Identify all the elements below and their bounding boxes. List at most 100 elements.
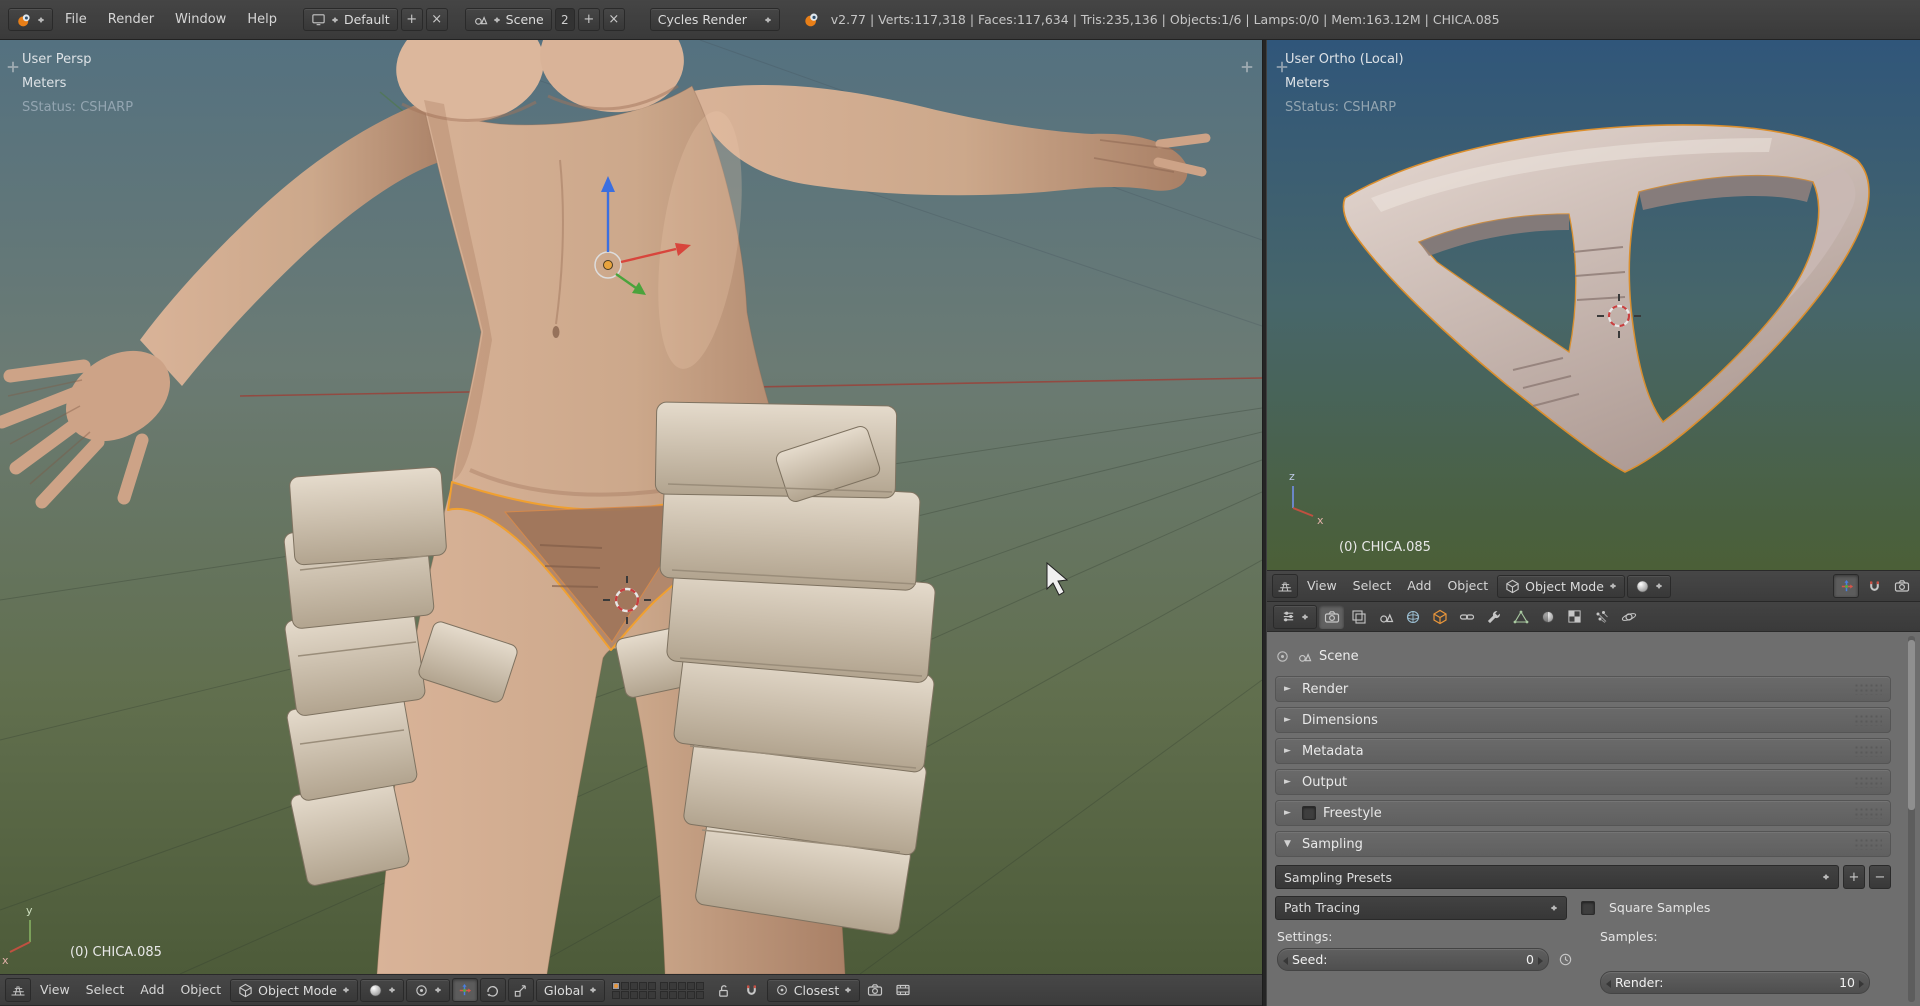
panel-drag-grip[interactable] (1854, 838, 1882, 850)
scene-selector[interactable]: Scene (465, 8, 552, 31)
panel-drag-grip[interactable] (1854, 714, 1882, 726)
app-menu-button[interactable] (8, 8, 53, 31)
snap-toggle[interactable] (1861, 574, 1887, 598)
menu-object[interactable]: Object (173, 975, 228, 1005)
region-expand-arrow[interactable] (1273, 58, 1291, 76)
region-expand-arrow[interactable] (4, 58, 22, 76)
region-expand-arrow[interactable] (1238, 58, 1256, 76)
panel-drag-grip[interactable] (1854, 807, 1882, 819)
object-mode-icon (238, 983, 253, 998)
pivot-point-selector[interactable] (406, 979, 450, 1002)
engine-value: Cycles Render (658, 12, 747, 27)
close-scene-button[interactable]: × (603, 8, 625, 31)
menu-select[interactable]: Select (1346, 571, 1399, 601)
square-samples-checkbox[interactable] (1581, 901, 1595, 915)
mode-value: Object Mode (258, 983, 337, 998)
menu-file[interactable]: File (56, 1, 96, 39)
chevron-updown-icon (1822, 871, 1830, 883)
panel-metadata[interactable]: ► Metadata (1275, 738, 1891, 764)
orientation-value: Global (544, 983, 584, 998)
tab-texture[interactable] (1562, 605, 1587, 629)
menu-object[interactable]: Object (1440, 571, 1495, 601)
render-still-button[interactable] (1889, 574, 1915, 598)
menu-add[interactable]: Add (133, 975, 171, 1005)
tab-render-layers[interactable] (1346, 605, 1371, 629)
scene-users-badge[interactable]: 2 (555, 8, 575, 31)
panel-output[interactable]: ► Output (1275, 769, 1891, 795)
mesh-data-icon (1513, 609, 1529, 625)
editor-type-button[interactable] (1272, 574, 1298, 598)
tab-world[interactable] (1400, 605, 1425, 629)
render-animation-button[interactable] (890, 978, 916, 1002)
scrollbar-thumb[interactable] (1908, 640, 1915, 810)
scene-icon (1378, 609, 1394, 625)
panel-drag-grip[interactable] (1854, 745, 1882, 757)
mode-selector[interactable]: Object Mode (230, 979, 358, 1002)
render-engine-selector[interactable]: Cycles Render (650, 8, 780, 31)
manipulator-translate-toggle[interactable] (452, 978, 478, 1002)
tab-particles[interactable] (1589, 605, 1614, 629)
editor-type-button[interactable] (1273, 605, 1317, 629)
menu-view[interactable]: View (33, 975, 77, 1005)
menu-help[interactable]: Help (238, 1, 286, 39)
svg-text:y: y (26, 904, 33, 917)
viewport-3d-secondary[interactable]: z x User Ortho (Local) Meters SStatus: C… (1267, 40, 1920, 570)
viewport-3d-main[interactable]: y x User Persp Meters SStatus: CSHARP (0… (0, 40, 1262, 974)
scene-icon (473, 12, 488, 27)
viewport-shading-selector[interactable] (360, 979, 404, 1002)
menu-add[interactable]: Add (1400, 571, 1438, 601)
render-samples-field[interactable]: Render: 10 (1600, 971, 1870, 994)
snap-element-selector[interactable]: Closest (767, 979, 860, 1002)
manipulator-translate-toggle[interactable] (1833, 574, 1859, 598)
panel-render[interactable]: ► Render (1275, 676, 1891, 702)
panel-drag-grip[interactable] (1854, 683, 1882, 695)
tab-object[interactable] (1427, 605, 1452, 629)
pin-icon[interactable] (1275, 649, 1290, 664)
mode-value: Object Mode (1525, 579, 1604, 594)
particles-icon (1594, 609, 1610, 625)
collapse-arrow-icon: ► (1284, 715, 1295, 725)
screenlayout-selector[interactable]: Default (303, 8, 398, 31)
tab-scene[interactable] (1373, 605, 1398, 629)
tab-modifiers[interactable] (1481, 605, 1506, 629)
panel-sampling[interactable]: ▼ Sampling (1275, 831, 1891, 857)
panel-freestyle[interactable]: ► Freestyle (1275, 800, 1891, 826)
sampling-presets-selector[interactable]: Sampling Presets (1275, 865, 1839, 889)
add-screenlayout-button[interactable]: + (401, 8, 423, 31)
menu-render[interactable]: Render (99, 1, 163, 39)
layers-widget[interactable] (612, 982, 704, 999)
lock-to-scene-toggle[interactable] (711, 978, 737, 1002)
tab-material[interactable] (1535, 605, 1560, 629)
add-preset-button[interactable]: + (1843, 865, 1865, 889)
scene-value: Scene (506, 12, 544, 27)
menu-select[interactable]: Select (79, 975, 132, 1005)
render-still-button[interactable] (862, 978, 888, 1002)
animated-seed-button[interactable] (1553, 948, 1577, 971)
screenlayout-value: Default (344, 12, 390, 27)
tab-constraints[interactable] (1454, 605, 1479, 629)
sampling-presets-row: Sampling Presets + − (1275, 865, 1891, 890)
snap-toggle[interactable] (739, 978, 765, 1002)
tab-render[interactable] (1319, 605, 1344, 629)
panel-drag-grip[interactable] (1854, 776, 1882, 788)
manipulator-rotate-toggle[interactable] (480, 978, 506, 1002)
menu-window[interactable]: Window (166, 1, 235, 39)
freestyle-checkbox[interactable] (1302, 806, 1316, 820)
close-screenlayout-button[interactable]: × (426, 8, 448, 31)
transform-orientation-selector[interactable]: Global (536, 979, 605, 1002)
seed-value: 0 (1526, 952, 1534, 967)
mode-selector[interactable]: Object Mode (1497, 575, 1625, 598)
integrator-selector[interactable]: Path Tracing (1275, 896, 1567, 920)
panel-label: Sampling (1302, 837, 1363, 852)
seed-field[interactable]: Seed: 0 (1277, 948, 1549, 971)
menu-view[interactable]: View (1300, 571, 1344, 601)
editor-type-button[interactable] (5, 978, 31, 1002)
panel-dimensions[interactable]: ► Dimensions (1275, 707, 1891, 733)
add-scene-button[interactable]: + (578, 8, 600, 31)
tab-object-data[interactable] (1508, 605, 1533, 629)
manipulator-scale-toggle[interactable] (508, 978, 534, 1002)
remove-preset-button[interactable]: − (1869, 865, 1891, 889)
properties-scrollbar[interactable] (1908, 636, 1915, 1002)
tab-physics[interactable] (1616, 605, 1641, 629)
viewport-shading-selector[interactable] (1627, 575, 1671, 598)
